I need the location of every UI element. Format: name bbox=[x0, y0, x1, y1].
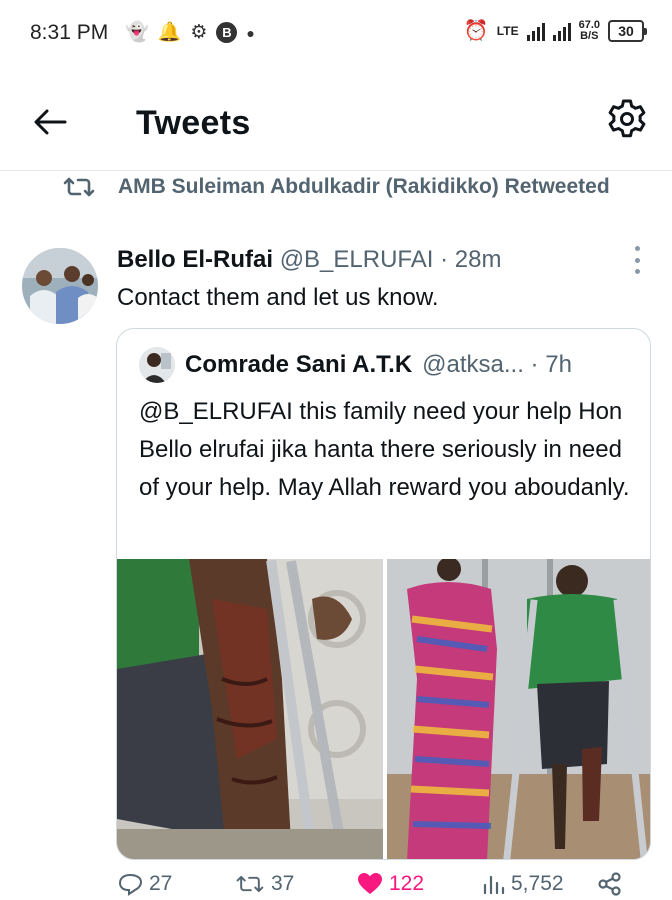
app-header: Tweets bbox=[0, 66, 672, 171]
separator: · bbox=[523, 351, 546, 378]
quoted-avatar-photo bbox=[139, 347, 175, 383]
share-button[interactable] bbox=[597, 872, 623, 896]
notification-bell-icon: 🔔 bbox=[157, 22, 182, 43]
photo-boy-on-crutches[interactable] bbox=[386, 559, 650, 859]
status-notification-icons: 👻 🔔 ⚙ B ● bbox=[125, 22, 255, 43]
reply-count: 27 bbox=[149, 872, 173, 895]
status-bar: 8:31 PM 👻 🔔 ⚙ B ● ⏰ LTE 67.0 B/S 30 bbox=[0, 0, 672, 66]
boy-on-crutches-image bbox=[386, 559, 650, 859]
views-button[interactable]: 5,752 bbox=[481, 872, 564, 896]
quoted-tweet-text: @B_ELRUFAI this family need your help Ho… bbox=[139, 398, 630, 501]
gear-icon bbox=[608, 99, 646, 138]
tweet-header: Bello El-Rufai @B_ELRUFAI · 28m bbox=[117, 244, 501, 276]
retweet-icon bbox=[236, 875, 264, 893]
like-button[interactable]: 122 bbox=[357, 872, 424, 896]
quoted-author-name: Comrade Sani A.T.K bbox=[185, 351, 413, 378]
snapchat-icon: 👻 bbox=[125, 22, 149, 43]
signal-icon bbox=[526, 21, 545, 41]
speed-unit: B/S bbox=[580, 29, 599, 42]
photo-leg-wound[interactable] bbox=[117, 559, 383, 859]
more-dot bbox=[634, 269, 640, 274]
network-type: LTE bbox=[496, 23, 519, 38]
tweet-text: Contact them and let us know. bbox=[117, 284, 439, 311]
quoted-tweet-media bbox=[117, 559, 650, 859]
tweet-time[interactable]: 28m bbox=[455, 246, 502, 273]
author-avatar[interactable] bbox=[22, 248, 98, 324]
network-speed: 67.0 B/S bbox=[579, 19, 600, 42]
signal-icon bbox=[552, 21, 571, 41]
status-system-icons: ⏰ LTE 67.0 B/S 30 bbox=[463, 18, 647, 43]
back-button[interactable] bbox=[30, 102, 70, 142]
quoted-tweet[interactable]: Comrade Sani A.T.K @atksa... · 7h @B_ELR… bbox=[116, 328, 651, 860]
separator: · bbox=[433, 246, 455, 273]
more-options-button[interactable] bbox=[632, 246, 642, 274]
retweet-count: 37 bbox=[271, 872, 295, 895]
author-name[interactable]: Bello El-Rufai bbox=[117, 246, 273, 273]
dot-icon: ● bbox=[246, 24, 255, 41]
author-handle[interactable]: @B_ELRUFAI bbox=[280, 246, 434, 273]
android-icon: ⚙ bbox=[190, 22, 208, 43]
heart-icon bbox=[358, 873, 382, 894]
status-time: 8:31 PM bbox=[30, 21, 109, 44]
arrow-left-icon bbox=[34, 109, 67, 135]
battery-icon: 30 bbox=[608, 19, 647, 42]
more-dot bbox=[634, 246, 640, 251]
alarm-icon: ⏰ bbox=[463, 20, 489, 42]
views-icon bbox=[483, 875, 505, 895]
retweet-icon bbox=[63, 177, 95, 197]
like-count: 122 bbox=[389, 872, 425, 895]
settings-button[interactable] bbox=[606, 98, 648, 140]
quoted-tweet-header: Comrade Sani A.T.K @atksa... · 7h bbox=[139, 347, 572, 383]
reply-icon bbox=[118, 873, 143, 896]
view-count: 5,752 bbox=[511, 872, 564, 895]
quoted-tweet-time: 7h bbox=[545, 351, 572, 378]
tweet-actions: 27 37 122 5,752 bbox=[117, 872, 647, 900]
quoted-author-handle: @atksa... bbox=[422, 351, 524, 378]
author-avatar-photo bbox=[22, 248, 98, 324]
page-title: Tweets bbox=[136, 104, 251, 142]
quoted-author-avatar[interactable] bbox=[139, 347, 175, 383]
battery-level: 30 bbox=[618, 22, 634, 39]
b-app-icon: B bbox=[216, 22, 238, 43]
reply-button[interactable]: 27 bbox=[117, 872, 172, 896]
retweet-button[interactable]: 37 bbox=[235, 872, 294, 896]
share-icon bbox=[598, 872, 621, 896]
more-dot bbox=[634, 257, 640, 263]
retweet-context-text: AMB Suleiman Abdulkadir (Rakidikko) Retw… bbox=[118, 175, 610, 198]
leg-wound-image bbox=[117, 559, 383, 859]
